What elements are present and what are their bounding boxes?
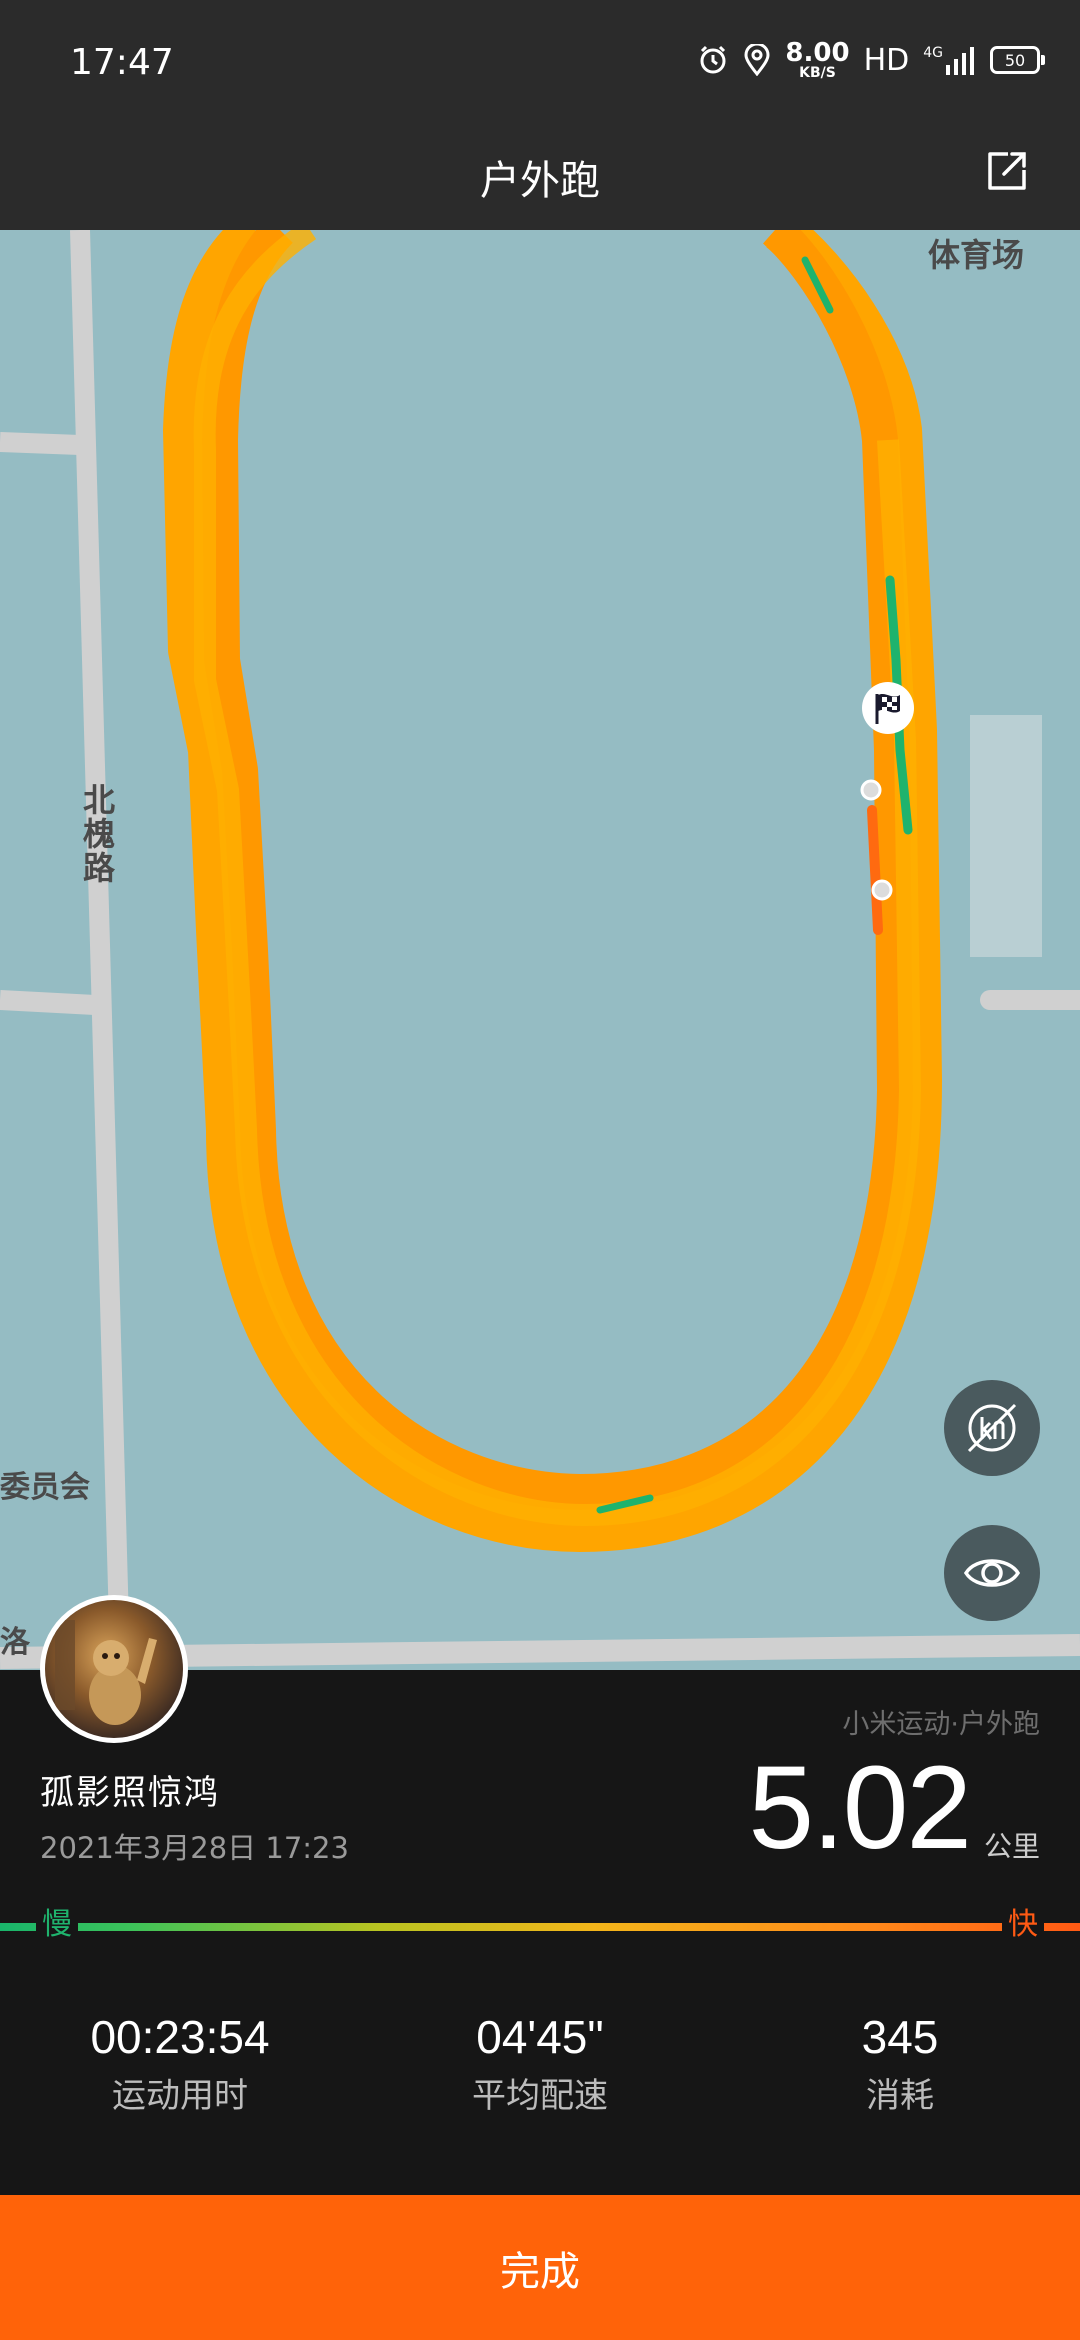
metric-calories: 345 消耗 xyxy=(720,2010,1080,2117)
net-speed-value: 8.00 xyxy=(785,38,850,68)
road-vertical xyxy=(70,230,130,1661)
finish-flag-icon xyxy=(862,682,914,734)
distance-unit: 公里 xyxy=(983,1830,1040,1863)
status-time: 17:47 xyxy=(70,42,174,83)
metric-pace: 04'45" 平均配速 xyxy=(360,2010,720,2117)
battery-icon: 50 xyxy=(990,46,1045,74)
metric-value: 04'45" xyxy=(476,2011,604,2063)
metric-label: 运动用时 xyxy=(112,2076,248,2116)
eye-icon xyxy=(963,1559,1021,1587)
location-icon xyxy=(744,44,770,76)
map-label-road: 北槐路 xyxy=(78,783,116,885)
route-point-marker xyxy=(860,779,882,801)
app-header: 户外跑 xyxy=(0,130,1080,230)
hd-indicator: HD xyxy=(863,42,910,78)
distance-value: 5.02 xyxy=(748,1742,972,1874)
net-speed-unit: KB/S xyxy=(799,65,836,81)
road-middle-horizontal xyxy=(0,990,96,1015)
battery-level: 50 xyxy=(1004,50,1026,70)
map-label-committee: 委员会 xyxy=(0,1470,90,1505)
net-speed: 8.00 KB/S xyxy=(785,40,849,80)
run-date: 2021年3月28日 17:23 xyxy=(40,1831,349,1865)
avatar[interactable] xyxy=(40,1595,188,1743)
user-name: 孤影照惊鸿 xyxy=(40,1773,220,1813)
share-icon xyxy=(988,152,1026,190)
toggle-km-markers-button[interactable] xyxy=(944,1380,1040,1476)
route-track-inner xyxy=(202,230,913,1510)
status-bar: 17:47 8.00 KB/S HD 4G 50 xyxy=(0,0,1080,130)
metric-label: 消耗 xyxy=(866,2076,934,2116)
signal-indicator: 4G xyxy=(923,45,976,75)
page-title: 户外跑 xyxy=(480,158,600,204)
road-upper-horizontal xyxy=(0,432,81,455)
map-label-partial: 洛 xyxy=(0,1625,30,1660)
network-type: 4G xyxy=(923,45,943,61)
metric-value: 00:23:54 xyxy=(90,2011,270,2063)
toggle-visibility-button[interactable] xyxy=(944,1525,1040,1621)
signal-icon xyxy=(946,47,974,75)
metric-value: 345 xyxy=(861,2011,939,2063)
metric-duration: 00:23:54 运动用时 xyxy=(0,2010,360,2117)
metric-label: 平均配速 xyxy=(472,2076,608,2116)
pace-legend-fast: 快 xyxy=(1002,1905,1044,1945)
done-button[interactable]: 完成 xyxy=(0,2195,1080,2340)
pace-legend-bar xyxy=(0,1923,1080,1931)
route-slow-segment xyxy=(867,805,883,935)
alarm-icon xyxy=(700,45,726,74)
route-map[interactable]: 体育场 北槐路 委员会 洛 xyxy=(0,230,1080,1670)
share-button[interactable] xyxy=(976,140,1036,200)
avatar-image xyxy=(55,1620,157,1725)
pace-legend-slow: 慢 xyxy=(36,1905,78,1945)
route-point-marker xyxy=(871,879,893,901)
status-icons: 8.00 KB/S HD 4G 50 xyxy=(697,40,1045,80)
map-canvas xyxy=(0,230,1080,1669)
map-label-venue: 体育场 xyxy=(927,236,1024,274)
km-marker-off-icon xyxy=(967,1403,1017,1453)
source-label: 小米运动·户外跑 xyxy=(842,1709,1040,1740)
building-block xyxy=(970,715,1042,957)
